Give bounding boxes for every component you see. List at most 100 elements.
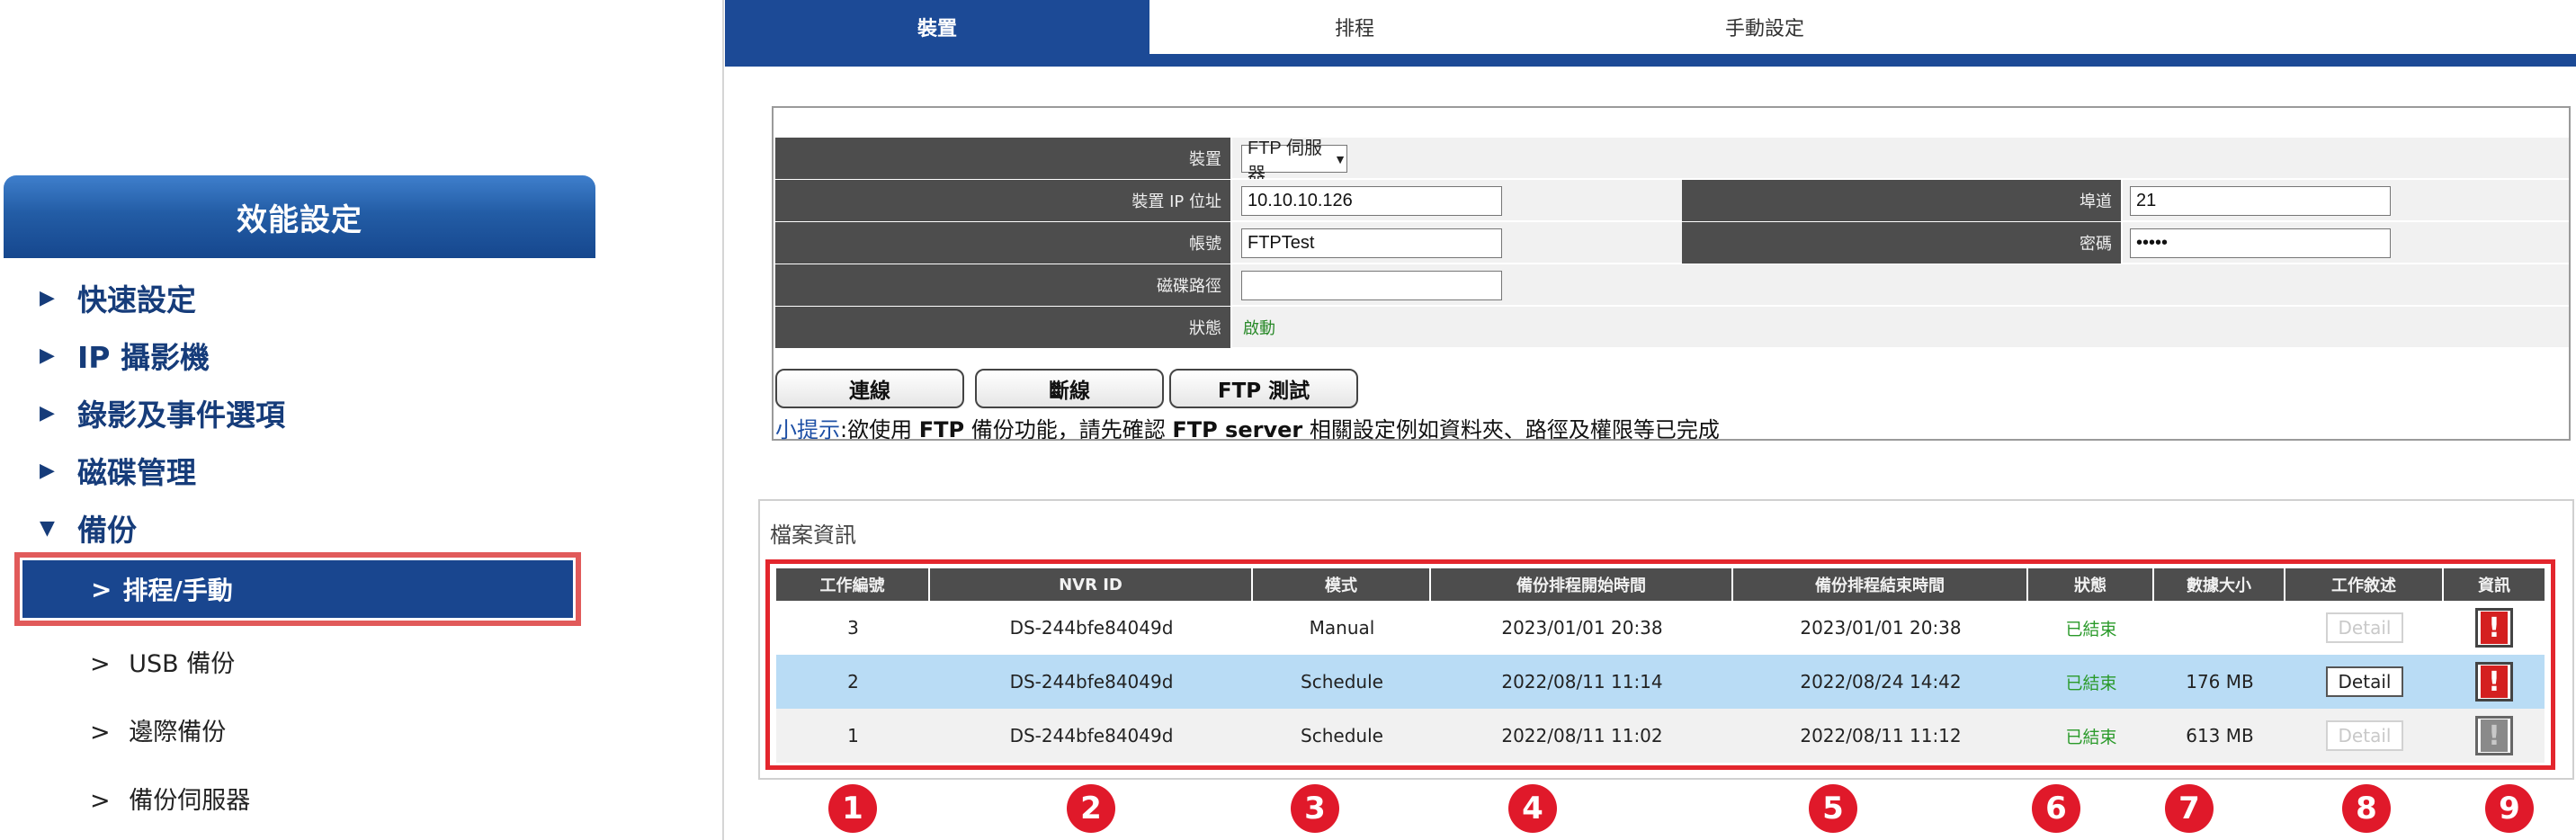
exclamation-icon: ! [2481, 719, 2508, 752]
table-row[interactable]: 2 DS-244bfe84049d Schedule 2022/08/11 11… [776, 655, 2545, 709]
column-header-end-time: 備份排程結束時間 [1733, 568, 2028, 601]
status-label: 狀態 [775, 307, 1232, 348]
cell-data-size: 176 MB [2186, 671, 2254, 693]
hint-label: 小提示 [775, 417, 840, 442]
tab-bar: 裝置 排程 手動設定 [725, 0, 2576, 67]
sidebar-item-label: 備份 [77, 513, 137, 548]
exclamation-icon: ! [2481, 612, 2508, 644]
account-input[interactable] [1241, 228, 1502, 258]
expanded-arrow-icon: ▼ [40, 516, 55, 540]
cell-mode: Schedule [1301, 725, 1383, 746]
cell-info: ! [2444, 709, 2545, 763]
cell-nvr-id: DS-244bfe84049d [1009, 671, 1174, 693]
cell-nvr-id: DS-244bfe84049d [1009, 617, 1174, 639]
port-input[interactable] [2130, 186, 2391, 216]
info-alert-icon[interactable]: ! [2475, 608, 2513, 648]
submenu-prefix: > [90, 650, 111, 678]
detail-button[interactable]: Detail [2326, 666, 2403, 697]
password-label: 密碼 [1682, 222, 2123, 264]
sidebar-item-ip-camera[interactable]: ▶ IP 攝影機 [40, 334, 210, 377]
cell-end-time: 2023/01/01 20:38 [1800, 617, 1962, 639]
sidebar-item-disk-management[interactable]: ▶ 磁碟管理 [40, 449, 196, 492]
sidebar-item-recording-events[interactable]: ▶ 錄影及事件選項 [40, 391, 285, 434]
tab-manual-settings[interactable]: 手動設定 [1560, 0, 1970, 54]
table-row[interactable]: 1 DS-244bfe84049d Schedule 2022/08/11 11… [776, 709, 2545, 763]
cell-status: 已結束 [2065, 727, 2117, 747]
column-header-data-size: 數據大小 [2154, 568, 2285, 601]
cell-mode: Manual [1309, 617, 1375, 639]
device-select-value: FTP 伺服器 [1248, 138, 1322, 184]
submenu-item-label: 邊際備份 [129, 719, 227, 746]
submenu-item-label: USB 備份 [129, 650, 236, 678]
hint-text-part: 備份功能，請先確認 [964, 417, 1173, 442]
status-value: 啟動 [1243, 319, 1275, 338]
submenu-item-backup-server[interactable]: > 備份伺服器 [90, 781, 250, 816]
submenu-item-schedule-manual[interactable]: > 排程/手動 [22, 560, 573, 618]
disconnect-button[interactable]: 斷線 [975, 369, 1164, 408]
submenu-prefix: > [90, 719, 111, 746]
ip-address-input[interactable] [1241, 186, 1502, 216]
cell-end-time: 2022/08/24 14:42 [1800, 671, 1962, 693]
hint-text-part: :欲使用 [840, 417, 919, 442]
column-header-mode: 模式 [1253, 568, 1431, 601]
callout-8: 8 [2342, 784, 2391, 833]
exclamation-icon: ! [2481, 666, 2508, 698]
device-label: 裝置 [775, 138, 1232, 179]
tab-schedule[interactable]: 排程 [1149, 0, 1560, 54]
status-row: 狀態 啟動 [775, 306, 2569, 348]
sidebar-item-quick-setup[interactable]: ▶ 快速設定 [40, 276, 196, 319]
password-input[interactable] [2130, 228, 2391, 258]
callout-4: 4 [1508, 784, 1557, 833]
connect-button[interactable]: 連線 [775, 369, 964, 408]
cell-job-id: 3 [847, 617, 859, 639]
detail-button: Detail [2326, 720, 2403, 751]
disk-path-input[interactable] [1241, 271, 1502, 300]
account-label: 帳號 [775, 222, 1232, 264]
column-header-start-time: 備份排程開始時間 [1431, 568, 1733, 601]
tab-device[interactable]: 裝置 [725, 0, 1149, 54]
column-header-info: 資訊 [2478, 576, 2510, 595]
cell-end-time: 2022/08/11 11:12 [1800, 725, 1962, 746]
cell-status: 已結束 [2065, 619, 2117, 639]
hint-bold-ftp-server: FTP server [1172, 417, 1303, 442]
column-header-status: 狀態 [2028, 568, 2154, 601]
cell-job-id: 1 [847, 725, 859, 746]
account-password-row: 帳號 密碼 [775, 221, 2569, 264]
submenu-item-label: 排程/手動 [122, 576, 233, 605]
hint-bold-ftp: FTP [918, 417, 965, 442]
collapsed-arrow-icon: ▶ [40, 344, 55, 367]
callout-6: 6 [2032, 784, 2080, 833]
cell-start-time: 2023/01/01 20:38 [1501, 617, 1663, 639]
sidebar-item-label: 錄影及事件選項 [77, 398, 285, 433]
device-select[interactable]: FTP 伺服器 ▼ [1241, 139, 1347, 184]
collapsed-arrow-icon: ▶ [40, 401, 55, 424]
submenu-prefix: > [90, 787, 111, 815]
port-label: 埠道 [1682, 180, 2123, 221]
cell-data-size: 613 MB [2186, 725, 2254, 746]
callout-1: 1 [828, 784, 877, 833]
ip-port-row: 裝置 IP 位址 埠道 [775, 179, 2569, 221]
submenu-item-usb-backup[interactable]: > USB 備份 [90, 644, 235, 679]
column-header-nvr-id: NVR ID [930, 568, 1253, 601]
sidebar-item-label: 快速設定 [77, 282, 196, 317]
submenu-item-edge-backup[interactable]: > 邊際備份 [90, 712, 226, 747]
callout-3: 3 [1291, 784, 1339, 833]
sidebar-item-backup[interactable]: ▼ 備份 [40, 506, 137, 550]
cell-mode: Schedule [1301, 671, 1383, 693]
callout-5: 5 [1809, 784, 1857, 833]
table-row[interactable]: 3 DS-244bfe84049d Manual 2023/01/01 20:3… [776, 601, 2545, 655]
disk-path-row: 磁碟路徑 [775, 264, 2569, 306]
hint-text-part: 相關設定例如資料夾、路徑及權限等已完成 [1302, 417, 1720, 442]
device-row: 裝置 FTP 伺服器 ▼ [775, 137, 2569, 184]
column-header-job-id: 工作編號 [776, 568, 930, 601]
cell-status: 已結束 [2065, 673, 2117, 693]
info-alert-icon[interactable]: ! [2475, 662, 2513, 701]
info-alert-icon: ! [2475, 716, 2513, 755]
ftp-test-button[interactable]: FTP 測試 [1169, 369, 1358, 408]
collapsed-arrow-icon: ▶ [40, 459, 55, 482]
submenu-item-label: 備份伺服器 [129, 787, 251, 815]
sidebar-item-label: IP 攝影機 [77, 340, 210, 375]
cell-start-time: 2022/08/11 11:02 [1501, 725, 1663, 746]
cell-info: ! [2444, 655, 2545, 709]
disk-path-label: 磁碟路徑 [775, 264, 1232, 306]
